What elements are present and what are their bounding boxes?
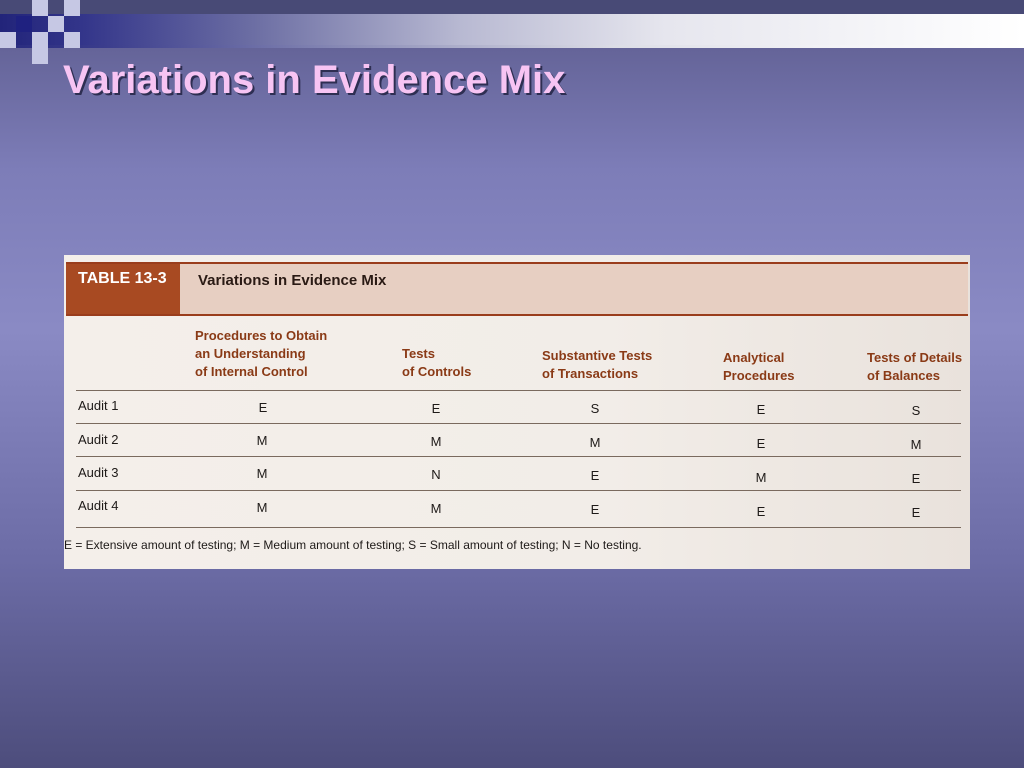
column-header-line: of Balances <box>867 368 940 383</box>
decorative-squares <box>0 0 80 64</box>
row-label: Audit 4 <box>78 498 119 513</box>
table-legend: E = Extensive amount of testing; M = Med… <box>64 538 642 552</box>
table-cell: M <box>430 434 442 449</box>
table-cell: S <box>590 401 600 416</box>
table-cell: M <box>589 435 601 450</box>
row-label: Audit 3 <box>78 465 119 480</box>
header-gradient-stripe <box>0 14 1024 45</box>
square-decoration <box>48 16 64 32</box>
column-header-tests-of-details: Tests of Details of Balances <box>867 349 962 385</box>
column-header-substantive-tests: Substantive Tests of Transactions <box>542 347 652 383</box>
column-header-line: Analytical <box>723 350 785 365</box>
column-header-line: Procedures <box>723 368 795 383</box>
table-cell: M <box>256 466 268 481</box>
table-cell: E <box>258 400 268 415</box>
column-header-line: Substantive Tests <box>542 348 653 363</box>
header-dark-stripe <box>0 0 1024 14</box>
table-number: TABLE 13-3 <box>66 264 180 316</box>
divider <box>76 490 961 491</box>
divider <box>76 390 961 391</box>
square-decoration <box>32 0 48 16</box>
column-header-analytical-procedures: Analytical Procedures <box>723 349 795 385</box>
table-title: Variations in Evidence Mix <box>180 264 968 316</box>
table-cell: E <box>911 505 921 520</box>
square-decoration <box>0 32 16 48</box>
table-cell: N <box>431 467 441 482</box>
square-decoration <box>32 32 48 48</box>
column-header-line: an Understanding <box>195 346 306 361</box>
divider <box>76 456 961 457</box>
column-header-internal-control: Procedures to Obtain an Understanding of… <box>195 327 327 381</box>
column-header-line: of Internal Control <box>195 364 308 379</box>
divider <box>76 423 961 424</box>
column-header-tests-of-controls: Tests of Controls <box>402 345 471 381</box>
row-label: Audit 2 <box>78 432 119 447</box>
table-cell: M <box>430 501 442 516</box>
column-header-line: Tests of Details <box>867 350 963 365</box>
slide-title: Variations in Evidence Mix <box>63 58 566 102</box>
header-band <box>0 0 1024 48</box>
table-cell: E <box>590 468 600 483</box>
column-header-line: of Transactions <box>542 366 639 381</box>
square-decoration <box>64 0 80 16</box>
divider <box>76 527 961 528</box>
table-cell: E <box>911 471 921 486</box>
table-cell: E <box>756 504 766 519</box>
square-decoration <box>32 48 48 64</box>
table-cell: E <box>756 436 766 451</box>
column-header-line: Tests <box>402 346 435 361</box>
table-header-bar: TABLE 13-3 Variations in Evidence Mix <box>66 262 968 318</box>
table-cell: M <box>910 437 922 452</box>
table-cell: S <box>911 403 921 418</box>
table-cell: M <box>256 433 268 448</box>
divider <box>66 314 968 316</box>
row-label: Audit 1 <box>78 398 119 413</box>
square-decoration <box>16 16 32 32</box>
table-cell: M <box>256 500 268 515</box>
table-cell: E <box>756 402 766 417</box>
table-cell: M <box>755 470 767 485</box>
column-header-line: Procedures to Obtain <box>195 328 328 343</box>
square-decoration <box>64 32 80 48</box>
table-scan-image: TABLE 13-3 Variations in Evidence Mix Pr… <box>64 255 970 569</box>
table-cell: E <box>431 401 441 416</box>
table-cell: E <box>590 502 600 517</box>
column-header-line: of Controls <box>402 364 472 379</box>
